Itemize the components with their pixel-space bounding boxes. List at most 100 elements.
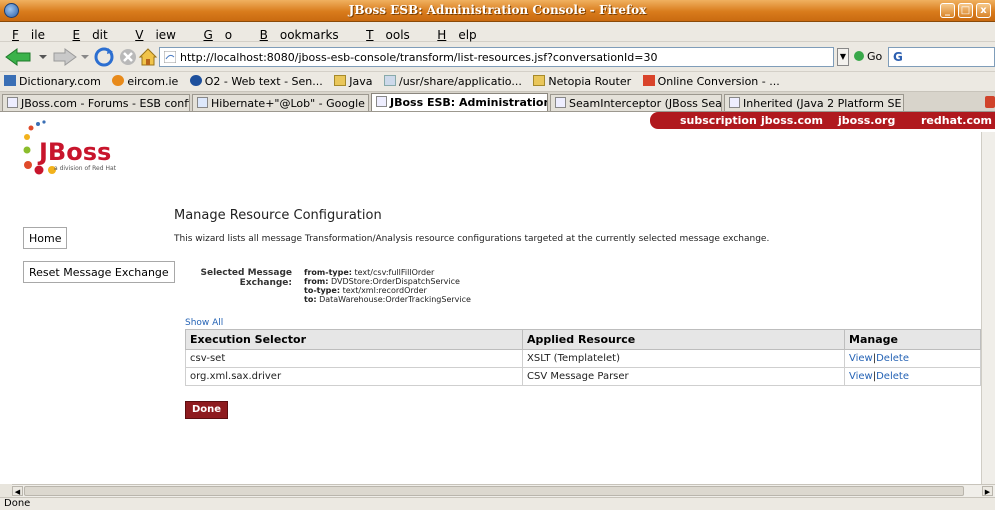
manage-cell: View|Delete [844, 349, 981, 368]
show-all-link[interactable]: Show All [185, 318, 223, 328]
bookmark-usr-share[interactable]: /usr/share/applicatio... [380, 72, 526, 88]
menu-bookmarks[interactable]: Bookmarks [248, 22, 351, 42]
menu-bar: File Edit View Go Bookmarks Tools Help [0, 22, 995, 42]
table-header-row: Execution Selector Applied Resource Mana… [185, 329, 981, 350]
maximize-button[interactable]: □ [958, 3, 973, 18]
go-icon [854, 51, 864, 61]
intro-text: This wizard lists all message Transforma… [174, 234, 770, 244]
selected-exchange-values: from-type: text/csv:fullFillOrder from: … [304, 268, 471, 304]
exchange-from-type: from-type: text/csv:fullFillOrder [304, 268, 435, 277]
bookmark-eircom[interactable]: eircom.ie [108, 72, 182, 88]
firefox-window: JBoss ESB: Administration Console - Fire… [0, 0, 995, 510]
applied-resource-cell: XSLT (Templatelet) [522, 349, 845, 368]
resource-table: Execution Selector Applied Resource Mana… [185, 329, 981, 386]
bookmark-dictionary[interactable]: Dictionary.com [0, 72, 105, 88]
o2-icon [189, 75, 202, 86]
logo-wordmark: JBoss [37, 138, 111, 166]
view-link[interactable]: View [849, 371, 873, 382]
reset-message-exchange-button[interactable]: Reset Message Exchange [23, 261, 175, 283]
execution-selector-cell: org.xml.sax.driver [185, 367, 523, 386]
forward-arrow-icon[interactable] [52, 46, 78, 68]
bookmark-online-conversion[interactable]: Online Conversion - ... [639, 72, 784, 88]
tab-jboss-esb-console[interactable]: JBoss ESB: Administration ... [371, 93, 548, 111]
bookmark-java-folder[interactable]: Java [330, 72, 376, 88]
status-bar: Done [0, 497, 995, 510]
column-manage: Manage [844, 329, 981, 350]
horizontal-scrollbar[interactable]: ◀ ▶ [12, 484, 995, 497]
scroll-left-icon[interactable]: ◀ [12, 486, 23, 496]
close-tab-icon[interactable] [985, 96, 995, 108]
menu-view[interactable]: View [123, 22, 188, 42]
page-title: Manage Resource Configuration [174, 208, 382, 223]
page-icon [555, 97, 566, 108]
nav-link-subscription[interactable]: subscription [680, 114, 757, 127]
eircom-icon [112, 75, 125, 86]
page-content: subscription jboss.com jboss.org redhat.… [0, 112, 995, 484]
url-input[interactable] [180, 49, 830, 65]
table-row: org.xml.sax.driver CSV Message Parser Vi… [185, 367, 981, 386]
page-favicon-icon [164, 51, 176, 63]
delete-link[interactable]: Delete [876, 371, 909, 382]
execution-selector-cell: csv-set [185, 349, 523, 368]
dictionary-icon [4, 75, 16, 86]
nav-link-redhat-com[interactable]: redhat.com [921, 114, 992, 127]
menu-help[interactable]: Help [425, 22, 488, 42]
exchange-to-type: to-type: text/xml:recordOrder [304, 286, 427, 295]
top-nav-bar: subscription jboss.com jboss.org redhat.… [650, 112, 995, 129]
vertical-scrollbar[interactable] [981, 132, 995, 484]
back-arrow-icon[interactable] [4, 46, 34, 68]
scroll-right-icon[interactable]: ▶ [982, 486, 993, 496]
selected-exchange-label: Selected Message Exchange: [200, 268, 293, 288]
bookmarks-toolbar: Dictionary.com eircom.ie O2 - Web text -… [0, 72, 995, 92]
page-icon [729, 97, 740, 108]
delete-link[interactable]: Delete [876, 353, 909, 364]
menu-go[interactable]: Go [191, 22, 244, 42]
bookmark-o2[interactable]: O2 - Web text - Sen... [186, 72, 327, 88]
bookmark-netopia-folder[interactable]: Netopia Router [529, 72, 635, 88]
stop-icon[interactable] [118, 46, 138, 68]
url-history-dropdown[interactable]: ▼ [837, 48, 849, 66]
home-button[interactable]: Home [23, 227, 68, 249]
page-icon [384, 75, 396, 86]
done-button[interactable]: Done [185, 401, 229, 419]
menu-file[interactable]: File [0, 22, 57, 42]
tab-inherited-java[interactable]: Inherited (Java 2 Platform SE 5.0) [724, 94, 904, 111]
nav-link-jboss-org[interactable]: jboss.org [838, 114, 895, 127]
home-icon[interactable] [138, 46, 158, 68]
tab-seam-interceptor[interactable]: SeamInterceptor (JBoss Seam A... [550, 94, 722, 111]
logo-subtext: a division of Red Hat [54, 165, 117, 172]
column-execution-selector: Execution Selector [185, 329, 523, 350]
tab-jboss-forums[interactable]: JBoss.com - Forums - ESB config... [2, 94, 190, 111]
nav-link-jboss-com[interactable]: jboss.com [761, 114, 823, 127]
exchange-to: to: DataWarehouse:OrderTrackingService [304, 295, 471, 304]
tab-bar: JBoss.com - Forums - ESB config... Hiber… [0, 92, 995, 112]
table-row: csv-set XSLT (Templatelet) View|Delete [185, 349, 981, 368]
navigation-toolbar: ▼ Go G [0, 42, 995, 72]
forward-dropdown-icon[interactable] [80, 46, 90, 68]
scrollbar-thumb[interactable] [24, 486, 964, 496]
google-icon [197, 97, 208, 108]
jboss-logo[interactable]: JBoss a division of Red Hat [22, 120, 152, 180]
exchange-from: from: DVDStore:OrderDispatchService [304, 277, 460, 286]
google-search-icon: G [893, 50, 903, 64]
applied-resource-cell: CSV Message Parser [522, 367, 845, 386]
close-window-button[interactable]: x [976, 3, 991, 18]
folder-icon [533, 75, 546, 86]
tab-favicon-icon [376, 96, 387, 107]
window-title: JBoss ESB: Administration Console - Fire… [348, 3, 647, 17]
view-link[interactable]: View [849, 353, 873, 364]
go-button[interactable]: Go [854, 50, 882, 63]
minimize-button[interactable]: _ [940, 3, 955, 18]
menu-tools[interactable]: Tools [354, 22, 422, 42]
menu-edit[interactable]: Edit [60, 22, 119, 42]
folder-icon [334, 75, 347, 86]
back-dropdown-icon[interactable] [38, 46, 48, 68]
manage-cell: View|Delete [844, 367, 981, 386]
title-bar: JBoss ESB: Administration Console - Fire… [0, 0, 995, 22]
conversion-icon [642, 75, 655, 86]
url-bar[interactable] [159, 47, 834, 67]
reload-icon[interactable] [93, 46, 115, 68]
tab-favicon-icon [7, 97, 18, 108]
tab-google-search[interactable]: Hibernate+"@Lob" - Google Sea... [192, 94, 369, 111]
search-box[interactable]: G [888, 47, 995, 67]
